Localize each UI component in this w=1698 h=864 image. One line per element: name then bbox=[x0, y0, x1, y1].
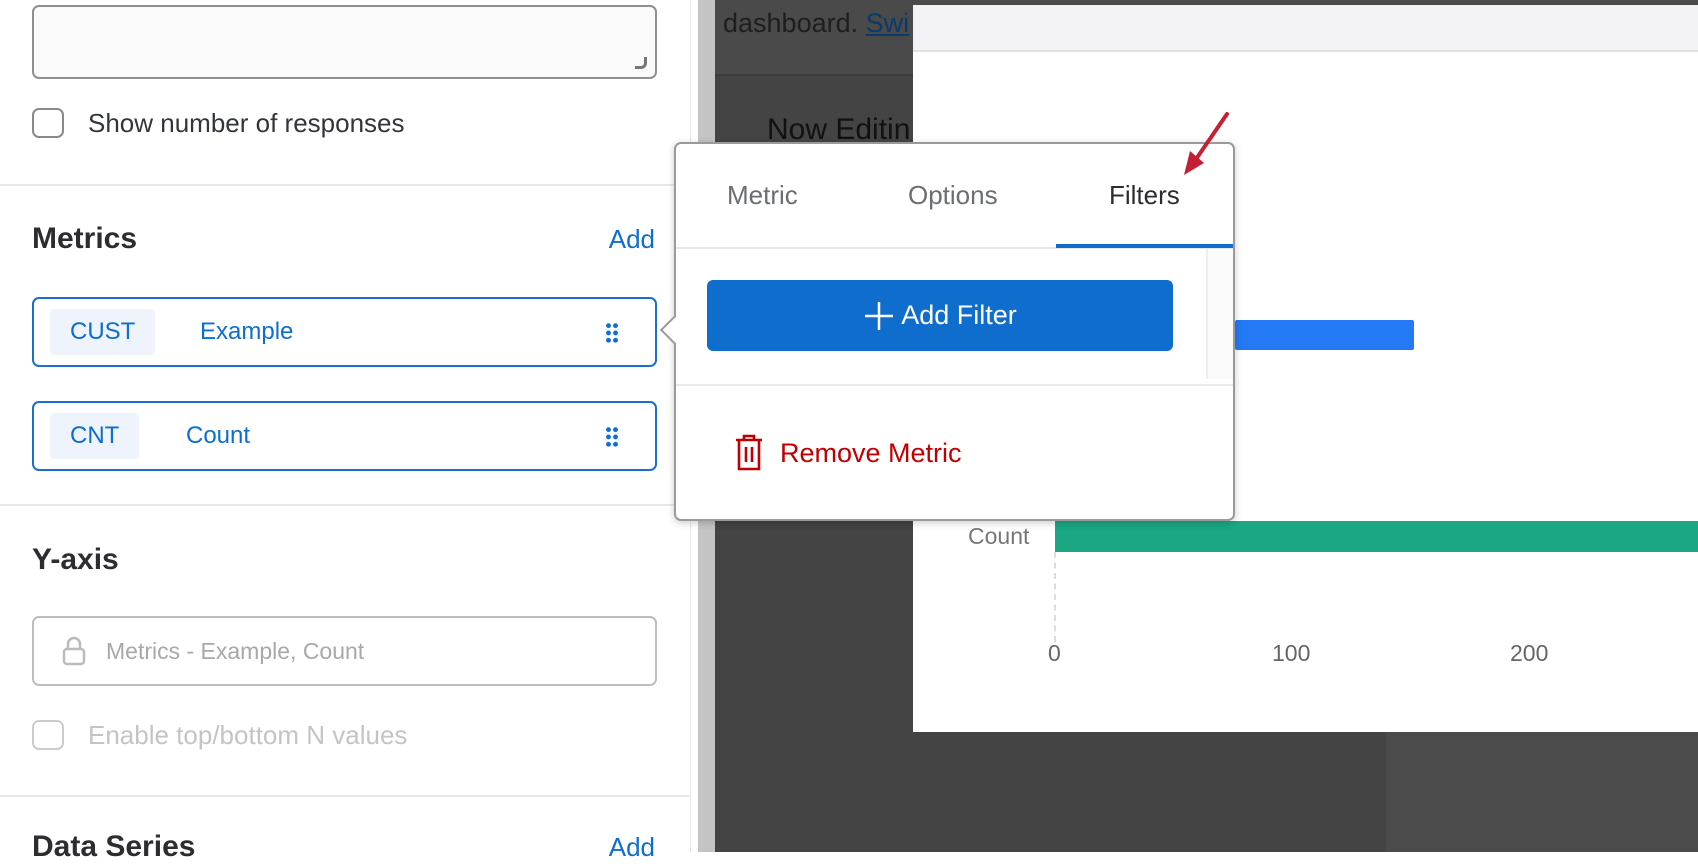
divider bbox=[0, 504, 691, 506]
metric-code: CNT bbox=[50, 413, 140, 459]
add-data-series-button[interactable]: Add bbox=[609, 832, 655, 863]
show-responses-label: Show number of responses bbox=[88, 108, 405, 138]
drag-handle-icon[interactable] bbox=[605, 322, 619, 344]
bar-label-count: Count bbox=[968, 523, 1030, 549]
divider bbox=[0, 184, 691, 186]
lock-icon bbox=[62, 636, 86, 666]
metric-name: Count bbox=[186, 422, 251, 449]
remove-metric-label: Remove Metric bbox=[780, 437, 962, 468]
plus-icon bbox=[865, 301, 894, 330]
y-axis-locked-input: Metrics - Example, Count bbox=[32, 616, 657, 686]
trash-icon bbox=[736, 434, 762, 471]
switch-link[interactable]: Swi bbox=[866, 8, 910, 38]
data-series-heading: Data Series bbox=[32, 830, 196, 863]
metric-name: Example bbox=[200, 318, 294, 345]
metric-card-example[interactable]: CUST Example bbox=[32, 297, 657, 367]
divider bbox=[0, 795, 691, 797]
dashboard-text: dashboard. bbox=[723, 8, 859, 38]
widget-settings-panel: Show number of responses Metrics Add CUS… bbox=[0, 0, 691, 863]
axis-line bbox=[1054, 552, 1056, 642]
y-axis-value: Metrics - Example, Count bbox=[106, 638, 365, 664]
scrollbar[interactable] bbox=[1206, 249, 1233, 379]
remove-metric-button[interactable]: Remove Metric bbox=[734, 434, 962, 472]
metric-popover: Metric Options Filters Add Filter Remove… bbox=[659, 142, 1235, 521]
text-area[interactable] bbox=[32, 5, 657, 79]
add-filter-label: Add Filter bbox=[901, 300, 1017, 330]
enable-topn-label: Enable top/bottom N values bbox=[88, 720, 408, 750]
annotation-arrow-icon bbox=[1184, 112, 1229, 175]
add-filter-button[interactable]: Add Filter bbox=[707, 280, 1173, 351]
drag-handle-icon[interactable] bbox=[605, 426, 619, 448]
chart-header bbox=[913, 5, 1698, 52]
bar-example bbox=[1235, 320, 1414, 350]
add-metric-button[interactable]: Add bbox=[609, 224, 655, 255]
metric-card-count[interactable]: CNT Count bbox=[32, 401, 657, 471]
metrics-heading: Metrics bbox=[32, 222, 138, 255]
metric-code: CUST bbox=[50, 309, 156, 355]
tick-label: 100 bbox=[1272, 640, 1311, 666]
y-axis-heading: Y-axis bbox=[32, 543, 119, 576]
bar-count bbox=[1055, 521, 1698, 552]
active-tab-indicator bbox=[1056, 244, 1233, 248]
tab-metric[interactable]: Metric bbox=[727, 180, 798, 211]
resize-handle-icon[interactable] bbox=[635, 57, 647, 69]
tick-label: 0 bbox=[1048, 640, 1061, 666]
tick-label: 200 bbox=[1510, 640, 1549, 666]
tab-options[interactable]: Options bbox=[908, 180, 998, 211]
show-responses-checkbox[interactable] bbox=[32, 108, 64, 138]
enable-topn-checkbox[interactable] bbox=[32, 720, 64, 750]
